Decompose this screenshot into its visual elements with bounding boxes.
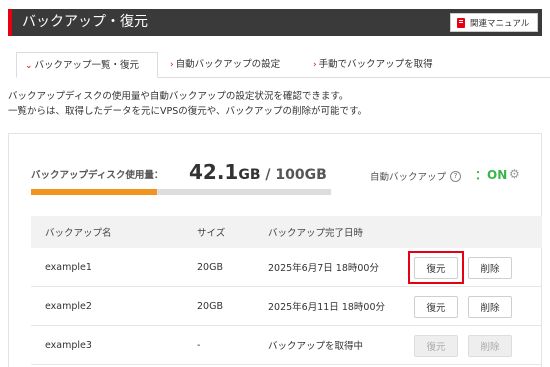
column-header-name: バックアップ名: [45, 228, 112, 239]
delete-button[interactable]: 削除: [468, 335, 512, 357]
backup-table: バックアップ名 サイズ バックアップ完了日時 example1 20GB 202…: [31, 216, 542, 365]
column-header-date: バックアップ完了日時: [268, 228, 364, 239]
disk-usage-unit: GB: [238, 167, 261, 183]
gear-icon[interactable]: ⚙: [509, 168, 521, 180]
chevron-down-icon: ⌄: [25, 61, 33, 71]
chevron-right-icon: ›: [313, 60, 317, 70]
page-title: バックアップ・復元: [22, 14, 148, 30]
tab-label: 手動でバックアップを取得: [318, 59, 433, 70]
table-row: example2 20GB 2025年6月11日 18時00分 復元 削除: [31, 287, 542, 326]
restore-button[interactable]: 復元: [414, 296, 458, 318]
auto-backup-status: ：ON: [475, 168, 508, 182]
page-description: バックアップディスクの使用量や自動バックアップの設定状況を確認できます。 一覧か…: [8, 89, 367, 119]
auto-backup-label-text: 自動バックアップ: [370, 172, 447, 183]
backup-name: example3: [45, 339, 92, 351]
delete-button[interactable]: 削除: [468, 296, 512, 318]
delete-button[interactable]: 削除: [468, 257, 512, 279]
column-header-size: サイズ: [197, 228, 226, 239]
restore-button[interactable]: 復元: [414, 257, 458, 279]
disk-usage-label: バックアップディスク使用量：: [31, 170, 164, 181]
related-manual-label: 関連マニュアル: [470, 18, 530, 29]
tab-label: バックアップ一覧・復元: [34, 60, 140, 71]
backup-size: 20GB: [197, 300, 223, 312]
page-header: バックアップ・復元 関連マニュアル: [8, 9, 542, 36]
disk-usage-total: / 100GB: [260, 167, 327, 183]
table-header: バックアップ名 サイズ バックアップ完了日時: [31, 216, 542, 248]
disk-usage-progress: [31, 189, 331, 195]
table-row: example1 20GB 2025年6月7日 18時00分 復元 削除: [31, 248, 542, 287]
restore-button[interactable]: 復元: [414, 335, 458, 357]
table-row: example3 - バックアップを取得中 復元 削除: [31, 326, 542, 365]
related-manual-button[interactable]: 関連マニュアル: [450, 13, 538, 32]
backup-size: 20GB: [197, 261, 223, 273]
auto-backup-label: 自動バックアップ ?: [370, 169, 462, 183]
chevron-right-icon: ›: [170, 60, 174, 70]
disk-usage-value: 42.1GB / 100GB: [189, 160, 327, 184]
disk-usage-used: 42.1: [189, 160, 239, 184]
backup-size: -: [197, 339, 201, 351]
backup-panel: バックアップディスク使用量： 42.1GB / 100GB 自動バックアップ ?…: [8, 133, 542, 367]
description-line: 一覧からは、取得したデータを元にVPSの復元や、バックアップの削除が可能です。: [8, 106, 368, 117]
header-accent-bar: [8, 9, 12, 36]
tab-backup-list[interactable]: ⌄ バックアップ一覧・復元: [16, 52, 158, 78]
help-icon[interactable]: ?: [450, 170, 462, 182]
backup-name: example2: [45, 300, 92, 312]
backup-date: 2025年6月11日 18時00分: [268, 302, 386, 313]
tab-label: 自動バックアップの設定: [175, 59, 281, 70]
tab-bar: ⌄ バックアップ一覧・復元 › 自動バックアップの設定 › 手動でバックアップを取得: [16, 52, 550, 78]
backup-name: example1: [45, 261, 92, 273]
manual-book-icon: [457, 17, 465, 28]
tab-auto-backup-settings[interactable]: › 自動バックアップの設定: [170, 52, 280, 78]
backup-date: 2025年6月7日 18時00分: [268, 263, 379, 274]
disk-usage-progress-fill: [31, 189, 158, 195]
tab-manual-backup[interactable]: › 手動でバックアップを取得: [313, 52, 433, 78]
backup-date: バックアップを取得中: [268, 341, 364, 352]
description-line: バックアップディスクの使用量や自動バックアップの設定状況を確認できます。: [8, 91, 349, 102]
